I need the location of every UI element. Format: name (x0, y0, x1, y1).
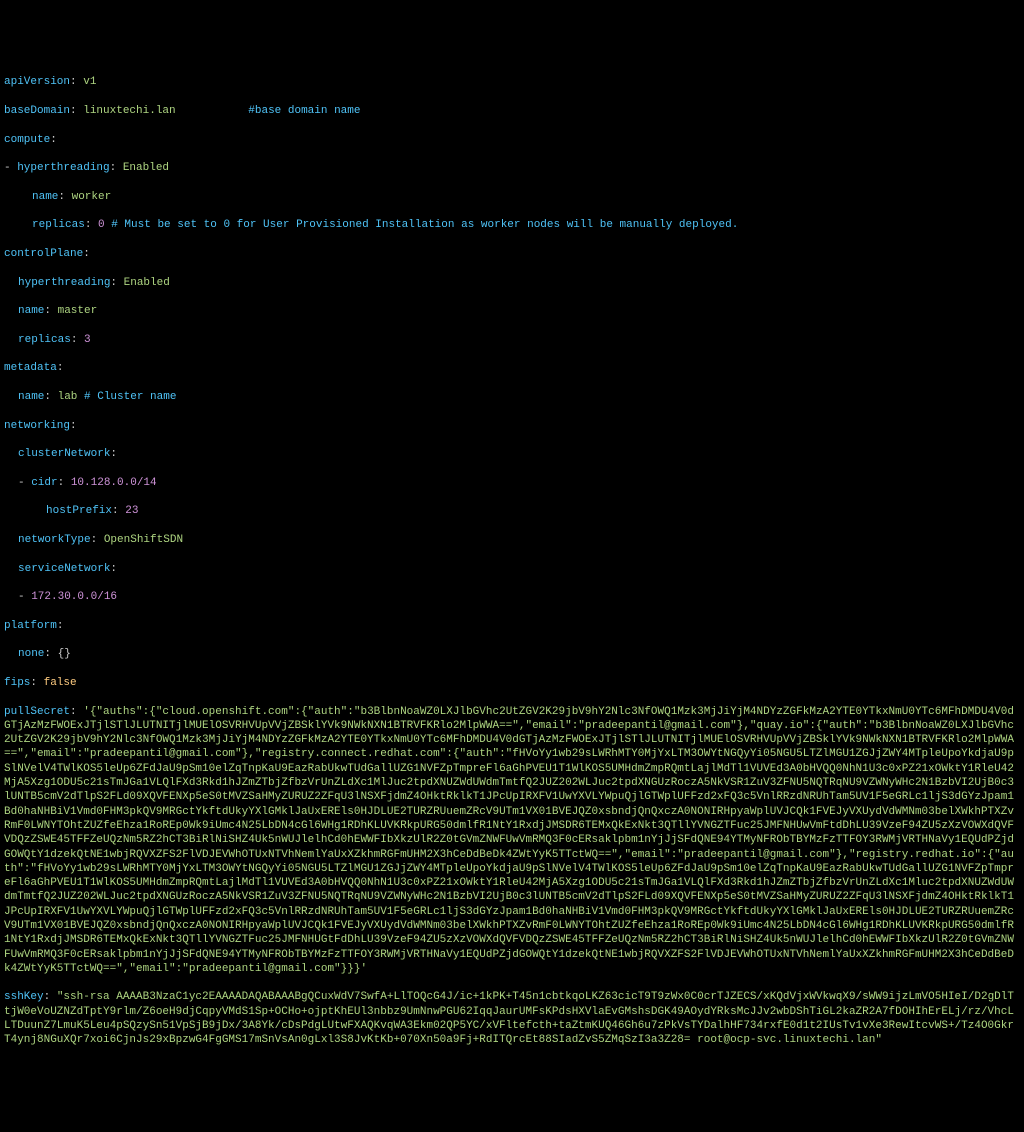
yaml-line: name: worker (4, 190, 1020, 204)
yaml-line: clusterNetwork: (4, 447, 1020, 461)
yaml-line: - cidr: 10.128.0.0/14 (4, 476, 1020, 490)
yaml-line: compute: (4, 133, 1020, 147)
yaml-line: name: master (4, 304, 1020, 318)
yaml-line: pullSecret: '{"auths":{"cloud.openshift.… (4, 705, 1020, 977)
yaml-line: sshKey: "ssh-rsa AAAAB3NzaC1yc2EAAAADAQA… (4, 990, 1020, 1047)
yaml-line: apiVersion: v1 (4, 75, 1020, 89)
yaml-line: replicas: 3 (4, 333, 1020, 347)
yaml-line: platform: (4, 619, 1020, 633)
yaml-line: - hyperthreading: Enabled (4, 161, 1020, 175)
yaml-line: metadata: (4, 361, 1020, 375)
yaml-line: - 172.30.0.0/16 (4, 590, 1020, 604)
yaml-line: networkType: OpenShiftSDN (4, 533, 1020, 547)
yaml-line: controlPlane: (4, 247, 1020, 261)
yaml-editor[interactable]: apiVersion: v1 baseDomain: linuxtechi.la… (4, 61, 1020, 1062)
yaml-line: hyperthreading: Enabled (4, 276, 1020, 290)
yaml-line: name: lab # Cluster name (4, 390, 1020, 404)
yaml-line: serviceNetwork: (4, 562, 1020, 576)
yaml-line: replicas: 0 # Must be set to 0 for User … (4, 218, 1020, 232)
yaml-line: none: {} (4, 647, 1020, 661)
yaml-line: hostPrefix: 23 (4, 504, 1020, 518)
yaml-line: networking: (4, 419, 1020, 433)
yaml-line: fips: false (4, 676, 1020, 690)
yaml-line: baseDomain: linuxtechi.lan #base domain … (4, 104, 1020, 118)
